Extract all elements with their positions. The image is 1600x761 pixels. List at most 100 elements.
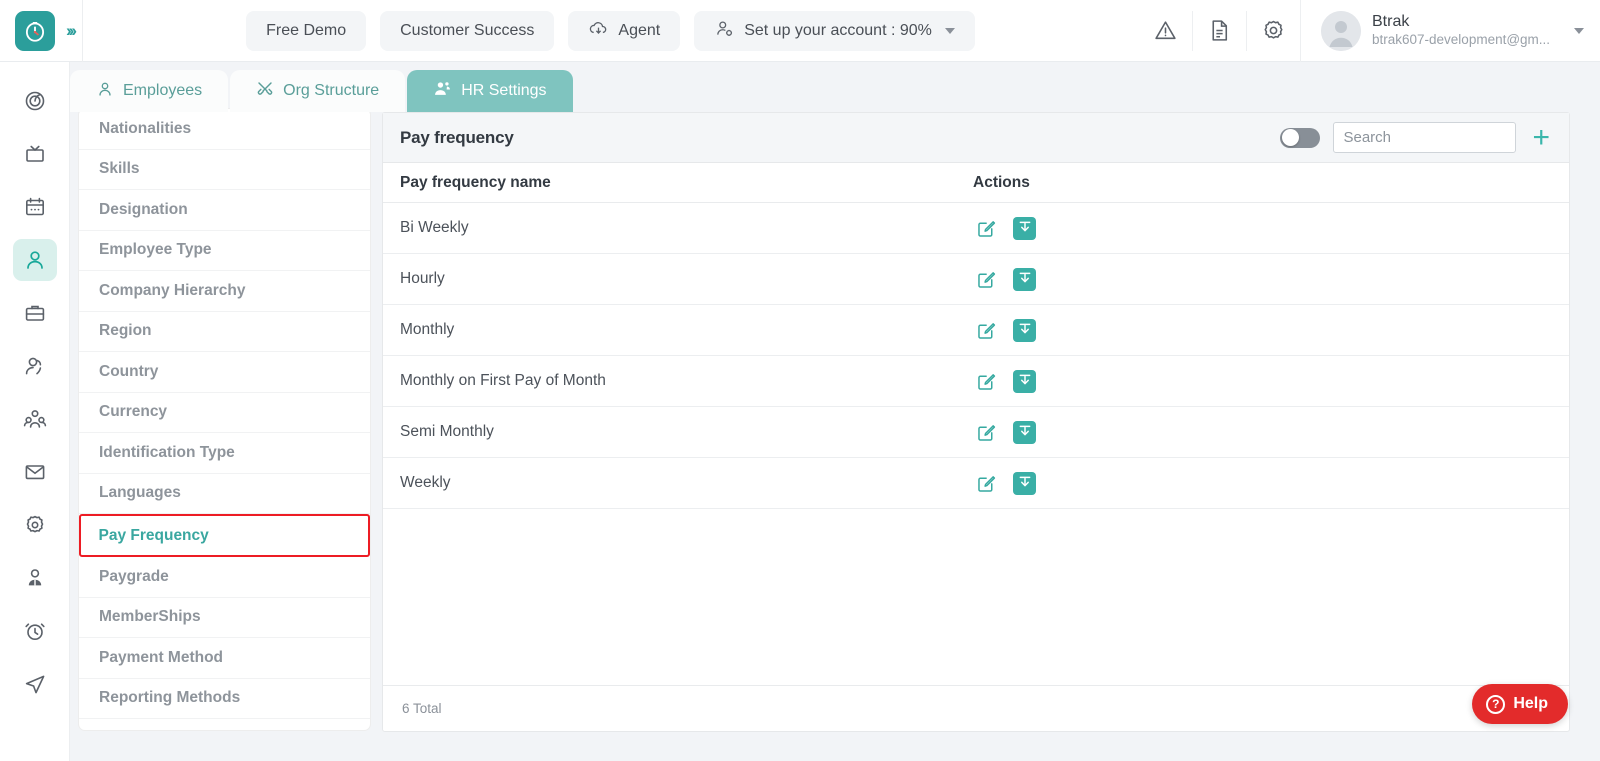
table-row: Bi Weekly <box>383 203 1569 254</box>
sidebar-item-nationalities[interactable]: Nationalities <box>79 109 370 150</box>
sidebar-item-label: Skills <box>99 160 140 178</box>
sidebar-item-label: Paygrade <box>99 567 169 585</box>
sidebar-item-paygrade[interactable]: Paygrade <box>79 557 370 598</box>
row-action-group <box>973 420 1093 444</box>
search-input[interactable] <box>1333 122 1517 153</box>
edit-icon[interactable] <box>975 421 997 443</box>
logo-area[interactable] <box>0 0 70 62</box>
customer-success-button[interactable]: Customer Success <box>380 10 555 51</box>
sidebar-item-payment-method[interactable]: Payment Method <box>79 638 370 679</box>
rail-item-alarm-clock[interactable] <box>13 610 57 652</box>
sidebar-item-currency[interactable]: Currency <box>79 393 370 433</box>
rail-item-people-group[interactable] <box>13 398 57 440</box>
sidebar-item-employee-type[interactable]: Employee Type <box>79 231 370 271</box>
table-row: Monthly on First Pay of Month <box>383 356 1569 407</box>
column-header-actions: Actions <box>973 173 1030 191</box>
gear-icon[interactable] <box>1246 10 1300 51</box>
rail-item-tv[interactable] <box>13 133 57 175</box>
agent-button[interactable]: Agent <box>568 10 681 51</box>
cell-pay-frequency-name: Weekly <box>400 474 451 491</box>
table-row: Semi Monthly <box>383 407 1569 458</box>
sidebar-item-languages[interactable]: Languages <box>79 474 370 514</box>
row-action-group <box>973 471 1093 495</box>
sidebar-item-memberships[interactable]: MemberShips <box>79 598 370 638</box>
chevron-down-icon[interactable] <box>944 27 955 34</box>
help-button[interactable]: ? Help <box>1472 684 1568 724</box>
user-account-menu[interactable]: Btrak btrak607-development@gm... <box>1300 0 1600 62</box>
rail-item-target[interactable] <box>13 80 57 122</box>
chevron-down-icon[interactable] <box>1574 27 1584 34</box>
cell-actions <box>973 318 1093 342</box>
account-setup-progress-button[interactable]: Set up your account : 90% <box>694 10 975 51</box>
table-header-row: Pay frequency name Actions <box>383 163 1569 203</box>
edit-icon[interactable] <box>975 268 997 290</box>
sidebar-item-country[interactable]: Country <box>79 352 370 393</box>
tab-org-structure[interactable]: Org Structure <box>230 70 406 112</box>
rail-item-settings[interactable] <box>13 504 57 546</box>
archive-download-icon[interactable] <box>1013 369 1036 393</box>
header-center-group: Free Demo Customer Success Agent Set up … <box>83 10 1138 51</box>
free-demo-button[interactable]: Free Demo <box>246 10 367 51</box>
tools-icon <box>256 80 274 103</box>
rail-item-send[interactable] <box>13 663 57 705</box>
hr-settings-sidebar: Nationalities Skills Designation Employee T… <box>78 108 371 731</box>
rail-item-user-add[interactable] <box>13 345 57 387</box>
section-tabs: Employees Org Structure HR Settings <box>70 68 575 112</box>
tab-employees[interactable]: Employees <box>70 70 229 112</box>
rail-item-mail[interactable] <box>13 451 57 493</box>
panel-header-controls: + <box>1280 122 1553 153</box>
free-demo-label: Free Demo <box>266 21 347 39</box>
warning-triangle-icon[interactable] <box>1138 11 1192 51</box>
avatar <box>1321 10 1361 51</box>
edit-icon[interactable] <box>975 370 997 392</box>
archive-download-icon[interactable] <box>1013 471 1036 495</box>
sidebar-item-label: Currency <box>99 403 168 421</box>
sidebar-item-label: Payment Method <box>99 648 224 666</box>
question-mark-icon: ? <box>1486 694 1506 714</box>
archive-download-icon[interactable] <box>1013 318 1036 342</box>
clock-logo-icon[interactable] <box>15 10 55 51</box>
sidebar-item-designation[interactable]: Designation <box>79 190 370 231</box>
add-pay-frequency-button[interactable]: + <box>1529 122 1553 152</box>
tab-hr-settings-label: HR Settings <box>461 82 547 99</box>
rail-item-calendar[interactable] <box>13 186 57 228</box>
cell-pay-frequency-name: Hourly <box>400 270 445 287</box>
column-header-name: Pay frequency name <box>400 173 551 191</box>
people-icon <box>433 79 452 103</box>
agent-label: Agent <box>618 21 661 39</box>
archive-download-icon[interactable] <box>1013 420 1036 444</box>
sidebar-item-label: Pay Frequency <box>98 526 209 544</box>
page-title: Pay frequency <box>400 127 514 147</box>
sidebar-item-identification-type[interactable]: Identification Type <box>79 433 370 474</box>
sidebar-item-company-hierarchy[interactable]: Company Hierarchy <box>79 271 370 312</box>
tab-hr-settings[interactable]: HR Settings <box>407 70 573 112</box>
sidebar-item-label: Languages <box>99 484 181 502</box>
table-row: Weekly <box>383 458 1569 509</box>
edit-icon[interactable] <box>975 217 997 239</box>
chevron-double-right-icon[interactable]: ››› <box>66 21 77 41</box>
sidebar-item-label: Region <box>99 322 152 340</box>
document-icon[interactable] <box>1192 10 1246 51</box>
rail-item-briefcase[interactable] <box>13 292 57 334</box>
header-icon-group <box>1138 0 1300 62</box>
edit-icon[interactable] <box>975 319 997 341</box>
sidebar-item-label: Employee Type <box>99 241 212 259</box>
sidebar-item-label: Reporting Methods <box>99 689 241 707</box>
sidebar-item-region[interactable]: Region <box>79 312 370 352</box>
row-action-group <box>973 267 1093 291</box>
sidebar-item-label: Nationalities <box>99 119 192 137</box>
rail-item-person[interactable] <box>12 239 57 281</box>
sidebar-item-skills[interactable]: Skills <box>79 150 370 190</box>
archive-download-icon[interactable] <box>1013 216 1036 240</box>
archive-download-icon[interactable] <box>1013 267 1036 291</box>
sidebar-item-label: Country <box>99 362 159 380</box>
user-email: btrak607-development@gm... <box>1372 32 1551 48</box>
sidebar-item-reporting-methods[interactable]: Reporting Methods <box>79 679 370 719</box>
toggle-knob <box>1281 129 1299 146</box>
sidebar-item-label: Company Hierarchy <box>99 281 246 299</box>
sidebar-item-label: MemberShips <box>99 608 201 626</box>
edit-icon[interactable] <box>975 472 997 494</box>
sidebar-item-pay-frequency[interactable]: Pay Frequency <box>79 514 370 557</box>
rail-item-user-tie[interactable] <box>13 557 57 599</box>
show-archived-toggle[interactable] <box>1280 127 1321 148</box>
